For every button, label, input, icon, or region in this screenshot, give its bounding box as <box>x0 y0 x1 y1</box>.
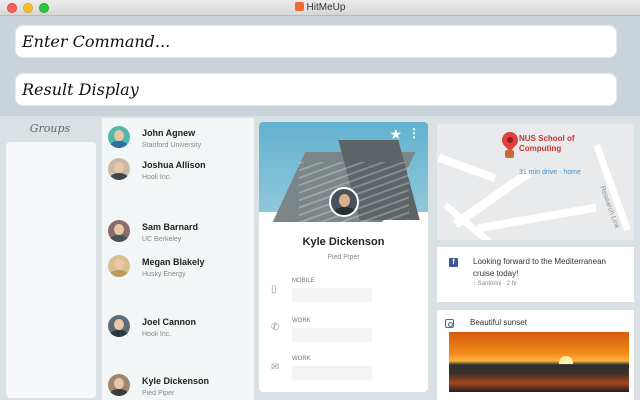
call-icon: ✆ <box>271 322 280 333</box>
avatar <box>108 220 130 242</box>
map-drive-time: 31 min drive · home <box>519 169 581 176</box>
command-area: Enter Command... Result Display <box>0 16 640 116</box>
field-value[interactable] <box>292 366 372 380</box>
sunset-photo <box>449 332 629 392</box>
person-list-item[interactable]: Kyle Dickenson Pied Piper <box>102 370 254 400</box>
person-name: Sam Barnard <box>142 222 199 232</box>
person-name: Kyle Dickenson <box>142 376 210 386</box>
app-icon <box>294 2 304 11</box>
avatar <box>108 158 130 180</box>
groups-panel: Groups <box>0 118 100 400</box>
person-name: Joel Cannon <box>142 317 197 327</box>
person-name: John Agnew <box>142 128 196 138</box>
profile-name: Kyle Dickenson <box>302 236 385 248</box>
field-value[interactable] <box>292 288 372 302</box>
person-list-item[interactable]: Joel Cannon Hooli Inc. <box>102 311 254 345</box>
map-pin-icon <box>498 128 522 152</box>
avatar <box>108 255 130 277</box>
window-titlebar: HitMeUp <box>0 0 640 16</box>
mail-icon: ✉ <box>271 362 280 373</box>
avatar <box>108 315 130 337</box>
facebook-post-meta: ↑ Santorini · 2 hr <box>473 281 518 287</box>
profile-org: Pied Piper <box>327 254 360 261</box>
person-org: UC Berkeley <box>142 236 182 243</box>
person-list-item[interactable]: Joshua Allison Hooli Inc. <box>102 154 254 188</box>
person-org: Husky Energy <box>142 271 186 278</box>
map-place-name: NUS School of Computing <box>519 134 575 153</box>
field-label: MOBILE <box>292 278 315 284</box>
instagram-post-card[interactable]: Beautiful sunset <box>437 310 634 400</box>
phone-icon: ▯ <box>271 284 277 295</box>
field-label: WORK <box>292 318 311 324</box>
field-value[interactable] <box>292 328 372 342</box>
facebook-post-text: Looking forward to the Mediterranean cru… <box>473 257 606 278</box>
star-icon[interactable]: ★ <box>389 126 402 143</box>
result-display: Result Display <box>15 73 617 106</box>
avatar <box>108 126 130 148</box>
facebook-post-card[interactable]: f Looking forward to the Mediterranean c… <box>437 247 634 302</box>
field-label: WORK <box>292 356 311 362</box>
map-card[interactable]: NUS School of Computing 31 min drive · h… <box>437 124 634 240</box>
person-list-item[interactable]: John Agnew Stanford University <box>102 122 254 156</box>
person-list[interactable]: John Agnew Stanford University Joshua Al… <box>102 118 254 400</box>
facebook-icon: f <box>449 258 458 267</box>
person-org: Stanford University <box>142 142 202 149</box>
profile-avatar <box>329 187 359 217</box>
instagram-icon <box>445 319 454 328</box>
person-name: Joshua Allison <box>142 160 206 170</box>
groups-list[interactable] <box>6 142 96 398</box>
avatar <box>108 374 130 396</box>
groups-title: Groups <box>29 122 71 135</box>
more-options-icon[interactable]: ⋮ <box>408 126 420 140</box>
instagram-post-title: Beautiful sunset <box>470 318 527 327</box>
window-title: HitMeUp <box>0 2 640 13</box>
person-name: Megan Blakely <box>142 257 205 267</box>
person-org: Pied Piper <box>142 390 175 397</box>
profile-card: ★ ⋮ Kyle Dickenson Pied Piper ▯ MOBILE ✆… <box>259 122 428 392</box>
person-org: Hooli Inc. <box>142 174 172 181</box>
person-list-item[interactable]: Megan Blakely Husky Energy <box>102 251 254 285</box>
window-title-text: HitMeUp <box>306 2 346 13</box>
command-input[interactable]: Enter Command... <box>15 25 617 58</box>
person-list-item[interactable]: Sam Barnard UC Berkeley <box>102 216 254 250</box>
person-org: Hooli Inc. <box>142 331 172 338</box>
